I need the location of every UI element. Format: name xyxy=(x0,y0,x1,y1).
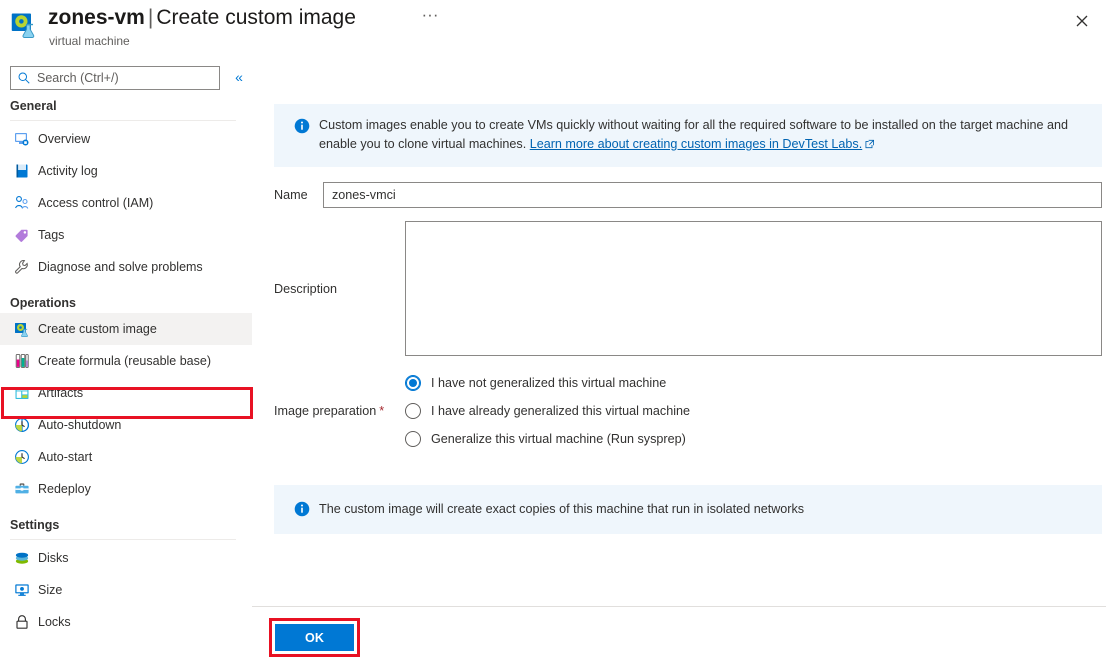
radio-option-already-generalized[interactable]: I have already generalized this virtual … xyxy=(405,397,825,425)
blade-title: Create custom image xyxy=(156,6,356,29)
search-input[interactable] xyxy=(35,67,217,89)
clock-icon xyxy=(15,450,29,464)
sidebar-item-label: Overview xyxy=(38,132,91,146)
radio-option-label: I have not generalized this virtual mach… xyxy=(431,376,667,390)
sidebar-item-create-formula[interactable]: Create formula (reusable base) xyxy=(0,345,252,377)
lock-icon xyxy=(16,615,28,629)
toolbox-icon xyxy=(15,483,29,494)
clock-icon xyxy=(15,418,29,432)
required-asterisk: * xyxy=(379,404,385,418)
sidebar-item-label: Tags xyxy=(38,228,65,242)
sidebar-item-access-control[interactable]: Access control (IAM) xyxy=(0,187,252,219)
book-icon xyxy=(16,164,28,178)
azure-portal-blade: zones-vm | Create custom image virtual mac… xyxy=(0,0,1106,661)
name-label: Name xyxy=(274,188,308,202)
page-title: zones-vm | Create custom image xyxy=(48,4,356,32)
info-banner-bottom-text: The custom image will create exact copie… xyxy=(319,502,805,516)
sidebar-item-tags[interactable]: Tags xyxy=(0,219,252,251)
sidebar-item-label: Create custom image xyxy=(38,322,157,336)
sidebar-item-label: Disks xyxy=(38,551,69,565)
sidebar-item-artifacts[interactable]: Artifacts xyxy=(0,377,252,409)
sidebar-item-label: Diagnose and solve problems xyxy=(38,260,203,274)
artifacts-icon xyxy=(15,387,29,399)
sidebar-item-locks[interactable]: Locks xyxy=(0,606,252,638)
radio-mark-icon[interactable] xyxy=(405,375,421,391)
monitor-icon xyxy=(15,133,29,146)
nav-divider xyxy=(10,120,236,121)
sidebar-item-label: Access control (IAM) xyxy=(38,196,154,210)
sidebar-item-disks[interactable]: Disks xyxy=(0,542,252,574)
resource-name: zones-vm xyxy=(48,6,145,29)
sidebar-item-label: Redeploy xyxy=(38,482,91,496)
info-banner-top: Custom images enable you to create VMs q… xyxy=(274,104,1102,167)
search-icon xyxy=(18,72,30,84)
disks-icon xyxy=(15,552,29,564)
radio-option-run-sysprep[interactable]: Generalize this virtual machine (Run sys… xyxy=(405,425,825,453)
radio-option-label: Generalize this virtual machine (Run sys… xyxy=(431,432,686,446)
sidebar-item-create-custom-image[interactable]: Create custom image xyxy=(0,313,252,345)
sidebar-item-label: Locks xyxy=(38,615,71,629)
image-preparation-radio-group: I have not generalized this virtual mach… xyxy=(405,369,825,453)
radio-mark-icon[interactable] xyxy=(405,403,421,419)
ok-button[interactable]: OK xyxy=(275,624,354,651)
name-input[interactable] xyxy=(323,182,1102,208)
external-link-icon[interactable] xyxy=(865,139,875,149)
more-menu-icon[interactable]: ··· xyxy=(419,6,441,30)
test-tubes-icon xyxy=(15,354,29,368)
learn-more-link[interactable]: Learn more about creating custom images … xyxy=(530,137,863,151)
image-preparation-label-text: Image preparation xyxy=(274,404,377,418)
info-icon xyxy=(294,501,310,517)
search-box[interactable] xyxy=(10,66,220,90)
info-icon xyxy=(294,118,310,134)
tag-icon xyxy=(15,229,28,242)
resource-type-subtitle: virtual machine xyxy=(49,34,130,48)
close-icon[interactable] xyxy=(1070,9,1094,33)
sidebar-item-label: Auto-shutdown xyxy=(38,418,122,432)
description-textarea[interactable] xyxy=(405,221,1102,356)
size-icon xyxy=(15,584,29,596)
radio-option-not-generalized[interactable]: I have not generalized this virtual mach… xyxy=(405,369,825,397)
sidebar-item-label: Artifacts xyxy=(38,386,84,400)
sidebar-item-overview[interactable]: Overview xyxy=(0,123,252,155)
nav-divider xyxy=(10,539,236,540)
sidebar-item-label: Auto-start xyxy=(38,450,93,464)
description-label: Description xyxy=(274,282,337,296)
blade-header: zones-vm | Create custom image virtual mac… xyxy=(0,0,1106,56)
sidebar-item-size[interactable]: Size xyxy=(0,574,252,606)
sidebar-item-auto-start[interactable]: Auto-start xyxy=(0,441,252,473)
nav-group-operations-title: Operations xyxy=(10,296,76,310)
vm-custom-image-icon xyxy=(11,13,35,38)
blade-sidebar: « General Overview xyxy=(0,56,253,661)
sidebar-item-label: Size xyxy=(38,583,63,597)
radio-mark-icon[interactable] xyxy=(405,431,421,447)
radio-option-label: I have already generalized this virtual … xyxy=(431,404,691,418)
wrench-icon xyxy=(15,260,28,274)
sidebar-nav: General Overview Activity log Access con… xyxy=(0,96,252,638)
sidebar-item-diagnose[interactable]: Diagnose and solve problems xyxy=(0,251,252,283)
footer-divider xyxy=(252,606,1106,607)
sidebar-item-label: Create formula (reusable base) xyxy=(38,354,211,368)
title-separator: | xyxy=(147,6,154,29)
info-banner-bottom: The custom image will create exact copie… xyxy=(274,485,1102,534)
sidebar-item-activity-log[interactable]: Activity log xyxy=(0,155,252,187)
custom-image-icon xyxy=(15,323,28,337)
sidebar-item-label: Activity log xyxy=(38,164,98,178)
collapse-sidebar-icon[interactable]: « xyxy=(230,68,248,86)
nav-group-settings-title: Settings xyxy=(10,518,60,532)
image-preparation-label: Image preparation * xyxy=(274,404,384,418)
nav-group-general-title: General xyxy=(10,99,57,113)
sidebar-item-redeploy[interactable]: Redeploy xyxy=(0,473,252,505)
sidebar-item-auto-shutdown[interactable]: Auto-shutdown xyxy=(0,409,252,441)
info-banner-top-text: Custom images enable you to create VMs q… xyxy=(319,104,1102,167)
blade-content: Custom images enable you to create VMs q… xyxy=(252,56,1106,661)
people-icon xyxy=(15,196,29,209)
